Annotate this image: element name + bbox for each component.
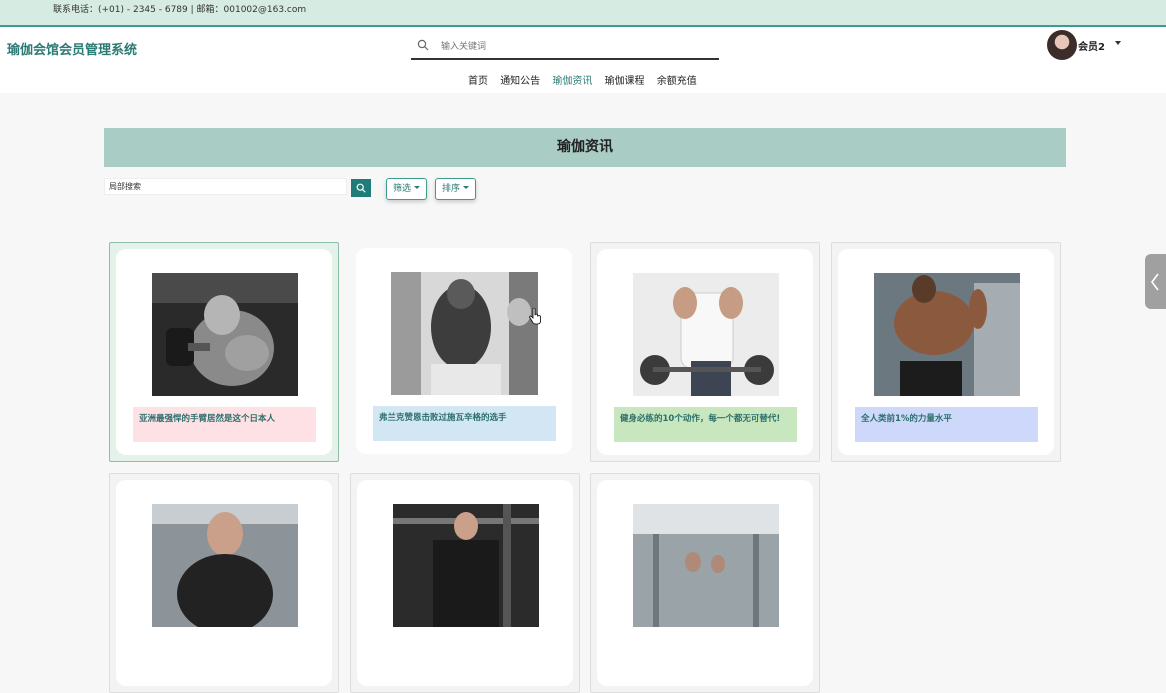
- header: 瑜伽会馆会员管理系统 会员2 首页 通知公告 瑜伽资讯 瑜伽课程 余额充值: [0, 27, 1166, 93]
- article-card[interactable]: 健身必练的10个动作，每一个都无可替代!: [590, 242, 820, 462]
- local-search-input[interactable]: [104, 178, 347, 195]
- nav-notices[interactable]: 通知公告: [500, 72, 540, 87]
- article-card[interactable]: 弗兰克赞恩击败过施瓦辛格的选手: [350, 242, 580, 462]
- nav-yoga-courses[interactable]: 瑜伽课程: [605, 72, 645, 87]
- caret-down-icon: [414, 186, 421, 189]
- article-title[interactable]: 全人类前1%的力量水平: [855, 407, 1038, 442]
- global-search: [411, 35, 719, 60]
- side-drawer-toggle[interactable]: [1145, 254, 1166, 309]
- article-card-body: [116, 480, 332, 686]
- global-search-input[interactable]: [439, 37, 713, 57]
- article-title[interactable]: 弗兰克赞恩击败过施瓦辛格的选手: [373, 406, 556, 441]
- article-card[interactable]: [590, 473, 820, 693]
- article-card-body: [597, 480, 813, 686]
- article-image[interactable]: [152, 273, 298, 396]
- article-card-body: 全人类前1%的力量水平: [838, 249, 1054, 455]
- chevron-left-icon: [1151, 273, 1159, 291]
- article-image[interactable]: [393, 504, 539, 627]
- article-image[interactable]: [391, 272, 538, 395]
- article-title[interactable]: 健身必练的10个动作，每一个都无可替代!: [614, 407, 797, 442]
- filter-label: 筛选: [393, 184, 412, 194]
- article-card-body: [357, 480, 573, 686]
- page-title: 瑜伽资讯: [104, 128, 1066, 167]
- mouse-cursor-icon: [529, 308, 541, 325]
- caret-down-icon: [463, 186, 470, 189]
- site-title[interactable]: 瑜伽会馆会员管理系统: [7, 39, 137, 58]
- article-image[interactable]: [874, 273, 1020, 396]
- article-card[interactable]: [109, 473, 339, 693]
- nav-yoga-news[interactable]: 瑜伽资讯: [552, 72, 592, 87]
- username[interactable]: 会员2: [1078, 38, 1105, 53]
- sort-dropdown[interactable]: 排序: [435, 178, 477, 200]
- nav-recharge[interactable]: 余额充值: [657, 72, 697, 87]
- contact-info: 联系电话：(+01) - 2345 - 6789 | 邮箱：001002@163…: [53, 5, 307, 15]
- avatar[interactable]: [1047, 30, 1077, 60]
- article-image[interactable]: [152, 504, 298, 627]
- article-card[interactable]: 亚洲最强悍的手臂居然是这个日本人: [109, 242, 339, 462]
- main-nav: 首页 通知公告 瑜伽资讯 瑜伽课程 余额充值: [468, 72, 706, 87]
- contact-bar: 联系电话：(+01) - 2345 - 6789 | 邮箱：001002@163…: [0, 0, 1166, 27]
- chevron-down-icon[interactable]: [1115, 41, 1121, 45]
- sort-label: 排序: [442, 184, 461, 194]
- filter-dropdown[interactable]: 筛选: [386, 178, 428, 200]
- article-card-body: 健身必练的10个动作，每一个都无可替代!: [597, 249, 813, 455]
- article-image[interactable]: [633, 273, 779, 396]
- search-button[interactable]: [351, 179, 371, 197]
- article-card[interactable]: 全人类前1%的力量水平: [831, 242, 1061, 462]
- search-icon: [417, 39, 429, 51]
- article-card-body: 弗兰克赞恩击败过施瓦辛格的选手: [356, 248, 572, 454]
- nav-home[interactable]: 首页: [468, 72, 488, 87]
- article-title[interactable]: 亚洲最强悍的手臂居然是这个日本人: [133, 407, 316, 442]
- article-image[interactable]: [633, 504, 779, 627]
- article-card-body: 亚洲最强悍的手臂居然是这个日本人: [116, 249, 332, 455]
- search-icon: [356, 183, 366, 193]
- article-card[interactable]: [350, 473, 580, 693]
